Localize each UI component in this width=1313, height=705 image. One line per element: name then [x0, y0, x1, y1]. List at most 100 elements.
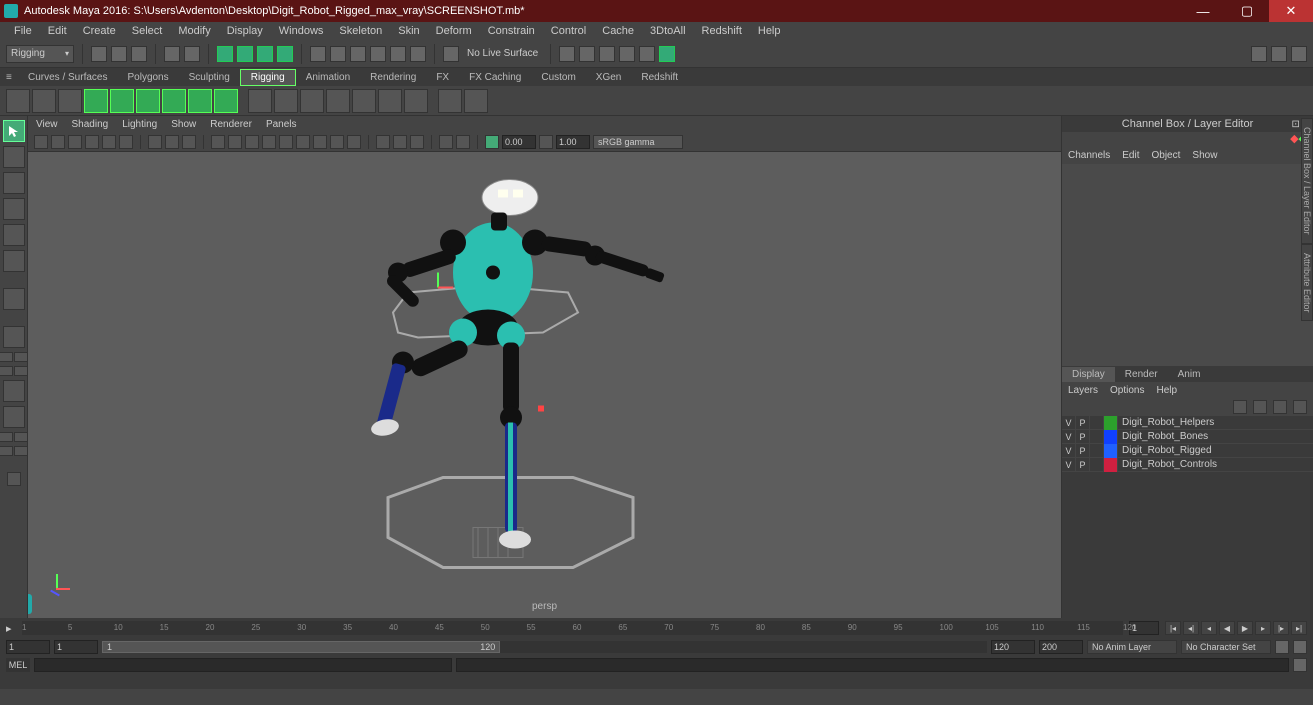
maximize-button[interactable]: ▢	[1225, 0, 1269, 22]
vp-xray-icon[interactable]	[393, 135, 407, 149]
layer-new-selected-icon[interactable]	[1293, 400, 1307, 414]
menu-windows[interactable]: Windows	[271, 23, 332, 39]
menu-redshift[interactable]: Redshift	[694, 23, 750, 39]
layer-color-swatch[interactable]	[1104, 458, 1118, 472]
shelf-ikspline-icon[interactable]	[58, 89, 82, 113]
cb-tab-channels[interactable]: Channels	[1068, 150, 1110, 161]
layer-playback-toggle[interactable]: P	[1076, 430, 1090, 444]
shelf-tab-fxcaching[interactable]: FX Caching	[459, 70, 531, 85]
shelf-wire-icon[interactable]	[214, 89, 238, 113]
layer-tab-render[interactable]: Render	[1115, 367, 1168, 382]
render-view-icon[interactable]	[659, 46, 675, 62]
range-track[interactable]: 1 120	[102, 641, 987, 653]
vp-iso-icon[interactable]	[376, 135, 390, 149]
vp-res-icon[interactable]	[165, 135, 179, 149]
layer-visibility-toggle[interactable]: V	[1062, 444, 1076, 458]
open-scene-icon[interactable]	[111, 46, 127, 62]
shelf-detach-icon[interactable]	[274, 89, 298, 113]
layer-color-swatch[interactable]	[1104, 444, 1118, 458]
menu-constrain[interactable]: Constrain	[480, 23, 543, 39]
shelf-constraint1-icon[interactable]	[438, 89, 462, 113]
anim-layer-dropdown[interactable]: No Anim Layer	[1087, 640, 1177, 654]
range-playstart-input[interactable]	[54, 640, 98, 654]
vp-menu-shading[interactable]: Shading	[72, 119, 109, 130]
shelf-tab-rendering[interactable]: Rendering	[360, 70, 426, 85]
vp-image-icon[interactable]	[68, 135, 82, 149]
layout-4view-icon[interactable]	[0, 352, 13, 362]
layer-row[interactable]: V P Digit_Robot_Helpers	[1062, 416, 1313, 430]
step-back-key-button[interactable]: ◂|	[1183, 621, 1199, 635]
snap-curve-icon[interactable]	[330, 46, 346, 62]
layout2-icon[interactable]	[1271, 46, 1287, 62]
paint-tool[interactable]	[3, 172, 25, 194]
menu-modify[interactable]: Modify	[170, 23, 218, 39]
layout-hyper-icon[interactable]	[0, 432, 13, 442]
shelf-tab-rigging[interactable]: Rigging	[240, 69, 296, 86]
history-icon[interactable]	[559, 46, 575, 62]
menu-skeleton[interactable]: Skeleton	[331, 23, 390, 39]
vp-menu-renderer[interactable]: Renderer	[210, 119, 252, 130]
shelf-prune-icon[interactable]	[378, 89, 402, 113]
step-forward-key-button[interactable]: |▸	[1273, 621, 1289, 635]
menu-select[interactable]: Select	[124, 23, 171, 39]
layout-uv-icon[interactable]	[14, 432, 28, 442]
vp-colorspace-dropdown[interactable]: sRGB gamma	[593, 135, 683, 149]
vp-aa-icon[interactable]	[330, 135, 344, 149]
redo-icon[interactable]	[184, 46, 200, 62]
layer-visibility-toggle[interactable]: V	[1062, 416, 1076, 430]
menu-deform[interactable]: Deform	[428, 23, 480, 39]
ipr-icon[interactable]	[599, 46, 615, 62]
menu-help[interactable]: Help	[750, 23, 789, 39]
menu-3dtoall[interactable]: 3DtoAll	[642, 23, 693, 39]
shelf-lattice-icon[interactable]	[84, 89, 108, 113]
layer-row[interactable]: V P Digit_Robot_Bones	[1062, 430, 1313, 444]
render-settings-icon[interactable]	[619, 46, 635, 62]
shelf-wrap-icon[interactable]	[162, 89, 186, 113]
layout-2v-icon[interactable]	[0, 366, 13, 376]
lasso-tool[interactable]	[3, 146, 25, 168]
timeline-toggle-icon[interactable]: ▸	[6, 622, 16, 635]
layer-color-swatch[interactable]	[1104, 416, 1118, 430]
range-playend-input[interactable]	[991, 640, 1035, 654]
select-hierarchy-icon[interactable]	[237, 46, 253, 62]
vp-gamma-input[interactable]	[556, 135, 590, 149]
layout-dope-icon[interactable]	[14, 446, 28, 456]
vp-menu-panels[interactable]: Panels	[266, 119, 297, 130]
vp-2d-icon[interactable]	[85, 135, 99, 149]
shelf-tab-sculpting[interactable]: Sculpting	[179, 70, 240, 85]
range-end-input[interactable]	[1039, 640, 1083, 654]
layer-name[interactable]: Digit_Robot_Controls	[1118, 459, 1217, 470]
step-back-button[interactable]: ◂	[1201, 621, 1217, 635]
snap-view-icon[interactable]	[410, 46, 426, 62]
vp-tex-icon[interactable]	[245, 135, 259, 149]
shelf-joint-icon[interactable]	[6, 89, 30, 113]
layer-name[interactable]: Digit_Robot_Bones	[1118, 431, 1208, 442]
workspace-mode-dropdown[interactable]: Rigging	[6, 45, 74, 63]
layout-graph-icon[interactable]	[0, 446, 13, 456]
layer-name[interactable]: Digit_Robot_Helpers	[1118, 417, 1214, 428]
select-object-icon[interactable]	[257, 46, 273, 62]
shelf-tab-animation[interactable]: Animation	[296, 70, 360, 85]
hypershade-icon[interactable]	[639, 46, 655, 62]
menu-display[interactable]: Display	[219, 23, 271, 39]
layer-tab-anim[interactable]: Anim	[1168, 367, 1211, 382]
shelf-shrink-icon[interactable]	[188, 89, 212, 113]
rotate-tool[interactable]	[3, 224, 25, 246]
layer-visibility-toggle[interactable]: V	[1062, 430, 1076, 444]
shelf-ik-icon[interactable]	[32, 89, 56, 113]
vp-camera-icon[interactable]	[34, 135, 48, 149]
shelf-copy-icon[interactable]	[404, 89, 428, 113]
shelf-tab-curves[interactable]: Curves / Surfaces	[18, 70, 117, 85]
select-component-icon[interactable]	[277, 46, 293, 62]
layer-tab-display[interactable]: Display	[1062, 367, 1115, 382]
render-icon[interactable]	[579, 46, 595, 62]
layer-move-down-icon[interactable]	[1253, 400, 1267, 414]
select-mode-icon[interactable]	[217, 46, 233, 62]
layer-blank-cell[interactable]	[1090, 416, 1104, 430]
vp-menu-view[interactable]: View	[36, 119, 58, 130]
play-forward-button[interactable]: ▶	[1237, 621, 1253, 635]
range-start-input[interactable]	[6, 640, 50, 654]
vp-menu-show[interactable]: Show	[171, 119, 196, 130]
character-set-dropdown[interactable]: No Character Set	[1181, 640, 1271, 654]
move-tool[interactable]	[3, 198, 25, 220]
